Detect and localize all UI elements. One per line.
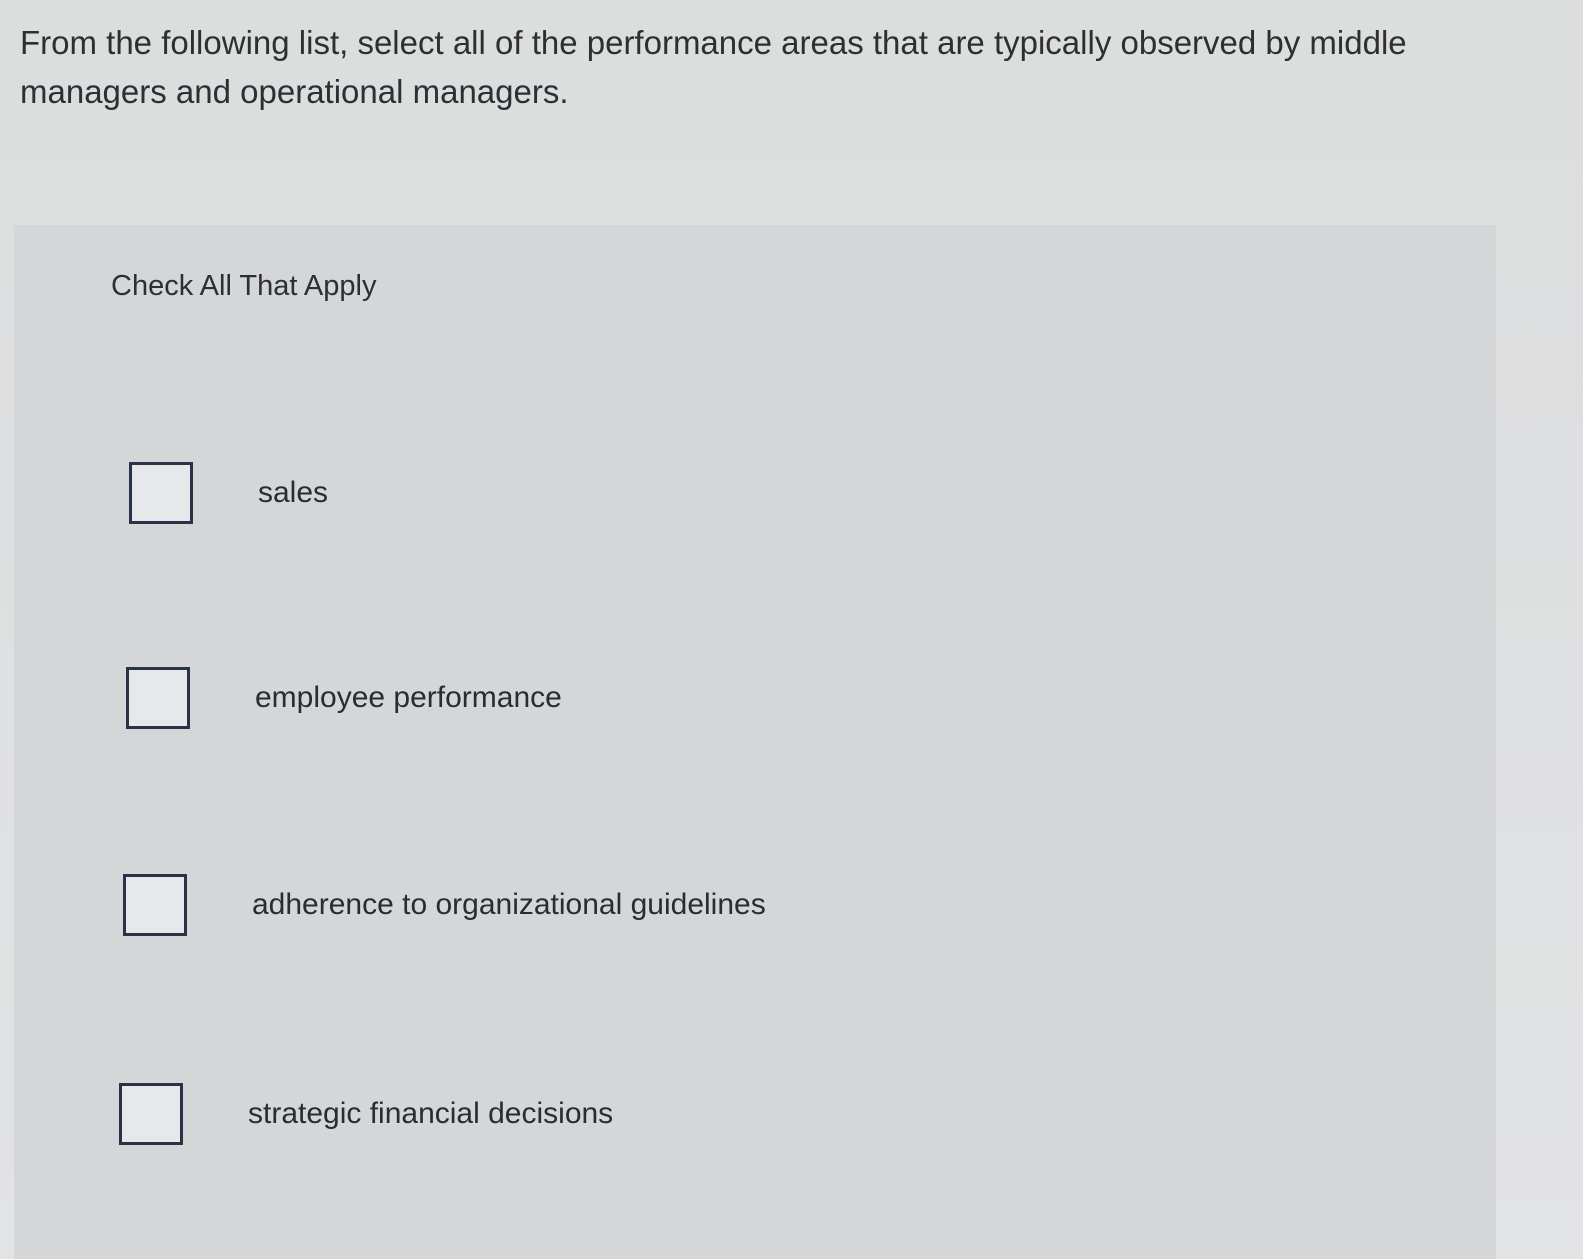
option-adherence-to-guidelines[interactable]: adherence to organizational guidelines: [123, 874, 766, 936]
option-label: employee performance: [255, 681, 562, 714]
option-employee-performance[interactable]: employee performance: [126, 667, 562, 729]
option-strategic-financial-decisions[interactable]: strategic financial decisions: [119, 1083, 613, 1145]
screen: From the following list, select all of t…: [0, 0, 1583, 1259]
checkbox[interactable]: [119, 1083, 183, 1145]
checkbox[interactable]: [123, 874, 187, 936]
question-text: From the following list, select all of t…: [20, 24, 1407, 110]
checkbox[interactable]: [126, 667, 190, 729]
instruction-label: Check All That Apply: [111, 270, 377, 302]
checkbox[interactable]: [129, 462, 193, 524]
option-label: sales: [258, 476, 329, 509]
option-label: adherence to organizational guidelines: [252, 888, 766, 921]
option-label: strategic financial decisions: [248, 1097, 614, 1130]
option-sales[interactable]: sales: [129, 462, 328, 524]
